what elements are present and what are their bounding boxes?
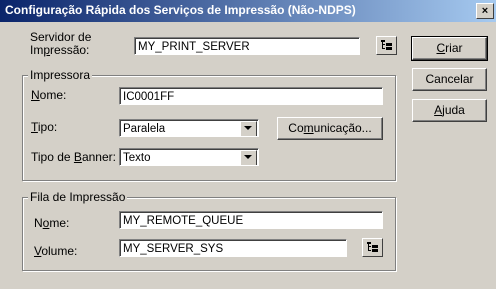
browse-tree-icon — [367, 242, 378, 252]
volume-label: Volume: — [34, 244, 78, 258]
create-button[interactable]: Criar — [411, 36, 488, 61]
printer-group-title: Impressora — [28, 68, 93, 82]
queue-name-field[interactable]: MY_REMOTE_QUEUE — [119, 211, 383, 229]
help-button[interactable]: Ajuda — [412, 99, 487, 122]
close-icon[interactable]: × — [476, 3, 494, 19]
banner-type-select[interactable]: Texto — [119, 148, 259, 166]
printer-type-label: Tipo: — [31, 120, 58, 134]
print-server-browse-button[interactable] — [376, 36, 397, 55]
title-bar: Configuração Rápida dos Serviços de Impr… — [0, 0, 496, 22]
communication-button[interactable]: Comunicação... — [277, 117, 383, 140]
browse-tree-icon — [381, 40, 392, 50]
cancel-button[interactable]: Cancelar — [412, 68, 487, 91]
dropdown-arrow-icon[interactable] — [240, 150, 257, 165]
dropdown-arrow-icon[interactable] — [240, 121, 257, 136]
printer-type-select[interactable]: Paralela — [119, 119, 259, 137]
queue-name-label: Nome: — [34, 216, 70, 230]
print-server-field[interactable]: MY_PRINT_SERVER — [134, 37, 360, 55]
print-server-label: Servidor de Impressão: — [30, 30, 92, 57]
volume-field[interactable]: MY_SERVER_SYS — [119, 239, 347, 257]
printer-name-label: Nome: — [31, 88, 67, 102]
print-queue-group — [22, 197, 396, 271]
quick-setup-dialog: Configuração Rápida dos Serviços de Impr… — [0, 0, 496, 289]
banner-type-label: Tipo de Banner: — [31, 150, 116, 164]
window-title: Configuração Rápida dos Serviços de Impr… — [5, 3, 356, 17]
print-queue-group-title: Fila de Impressão — [28, 190, 128, 204]
volume-browse-button[interactable] — [362, 238, 383, 257]
printer-name-field[interactable]: IC0001FF — [119, 87, 383, 105]
